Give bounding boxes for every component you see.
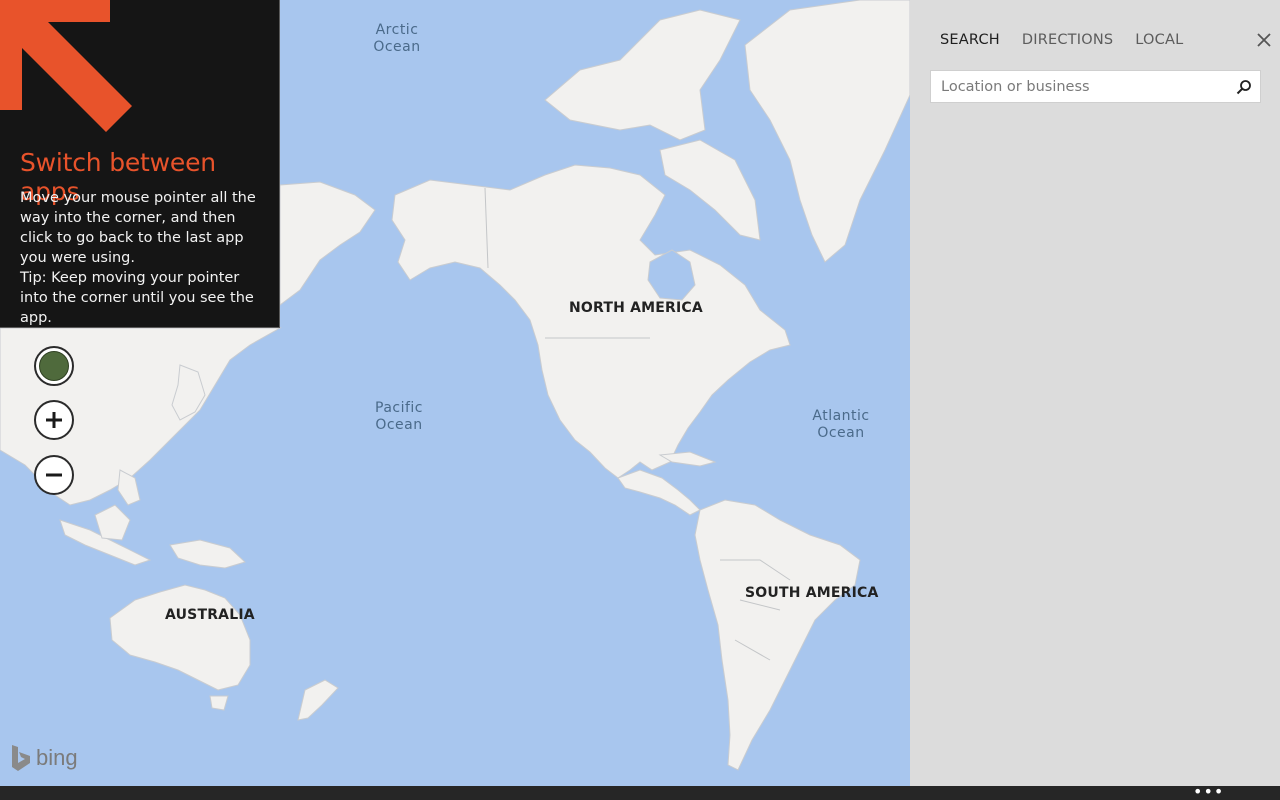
south-america — [694, 499, 861, 771]
plus-icon — [46, 412, 62, 428]
tab-directions[interactable]: DIRECTIONS — [1022, 32, 1113, 48]
baffin-island — [659, 139, 761, 241]
new-zealand — [297, 679, 339, 721]
close-pane-button[interactable] — [1254, 30, 1274, 50]
bing-logo: bing — [10, 744, 78, 772]
pane-tabs: SEARCH DIRECTIONS LOCAL — [940, 32, 1183, 48]
philippines — [117, 469, 141, 506]
tab-local[interactable]: LOCAL — [1135, 32, 1183, 48]
greenland — [744, 0, 910, 263]
cuba — [658, 451, 717, 467]
tasmania — [209, 695, 229, 711]
central-america — [617, 469, 701, 516]
search-input[interactable] — [931, 71, 1228, 102]
map-style-button[interactable] — [34, 346, 74, 386]
siberia — [279, 181, 376, 306]
search-pane: SEARCH DIRECTIONS LOCAL — [910, 0, 1280, 786]
bing-logo-text: bing — [36, 745, 78, 770]
zoom-in-button[interactable] — [34, 400, 74, 440]
minus-icon — [46, 473, 62, 477]
app-bar: ••• — [0, 784, 1280, 800]
zoom-out-button[interactable] — [34, 455, 74, 495]
search-box — [930, 70, 1261, 103]
australia — [109, 584, 251, 691]
tip-body: Move your mouse pointer all the way into… — [20, 188, 270, 328]
switch-apps-tip: Switch between apps Move your mouse poin… — [0, 0, 280, 328]
tab-search[interactable]: SEARCH — [940, 32, 1000, 48]
bing-b-icon — [12, 745, 30, 771]
more-options-button[interactable]: ••• — [1193, 784, 1224, 800]
new-guinea — [169, 539, 246, 569]
search-icon — [1236, 79, 1251, 94]
tip-text: Move your mouse pointer all the way into… — [20, 190, 256, 266]
map-style-icon — [39, 351, 69, 381]
arctic-islands — [544, 9, 741, 141]
maps-app: NORTH AMERICA SOUTH AMERICA AUSTRALIA Ar… — [0, 0, 1280, 800]
search-button[interactable] — [1228, 71, 1260, 102]
tip-hint: Tip: Keep moving your pointer into the c… — [20, 270, 254, 326]
close-icon — [1257, 33, 1271, 47]
corner-arrow-icon — [0, 0, 132, 132]
